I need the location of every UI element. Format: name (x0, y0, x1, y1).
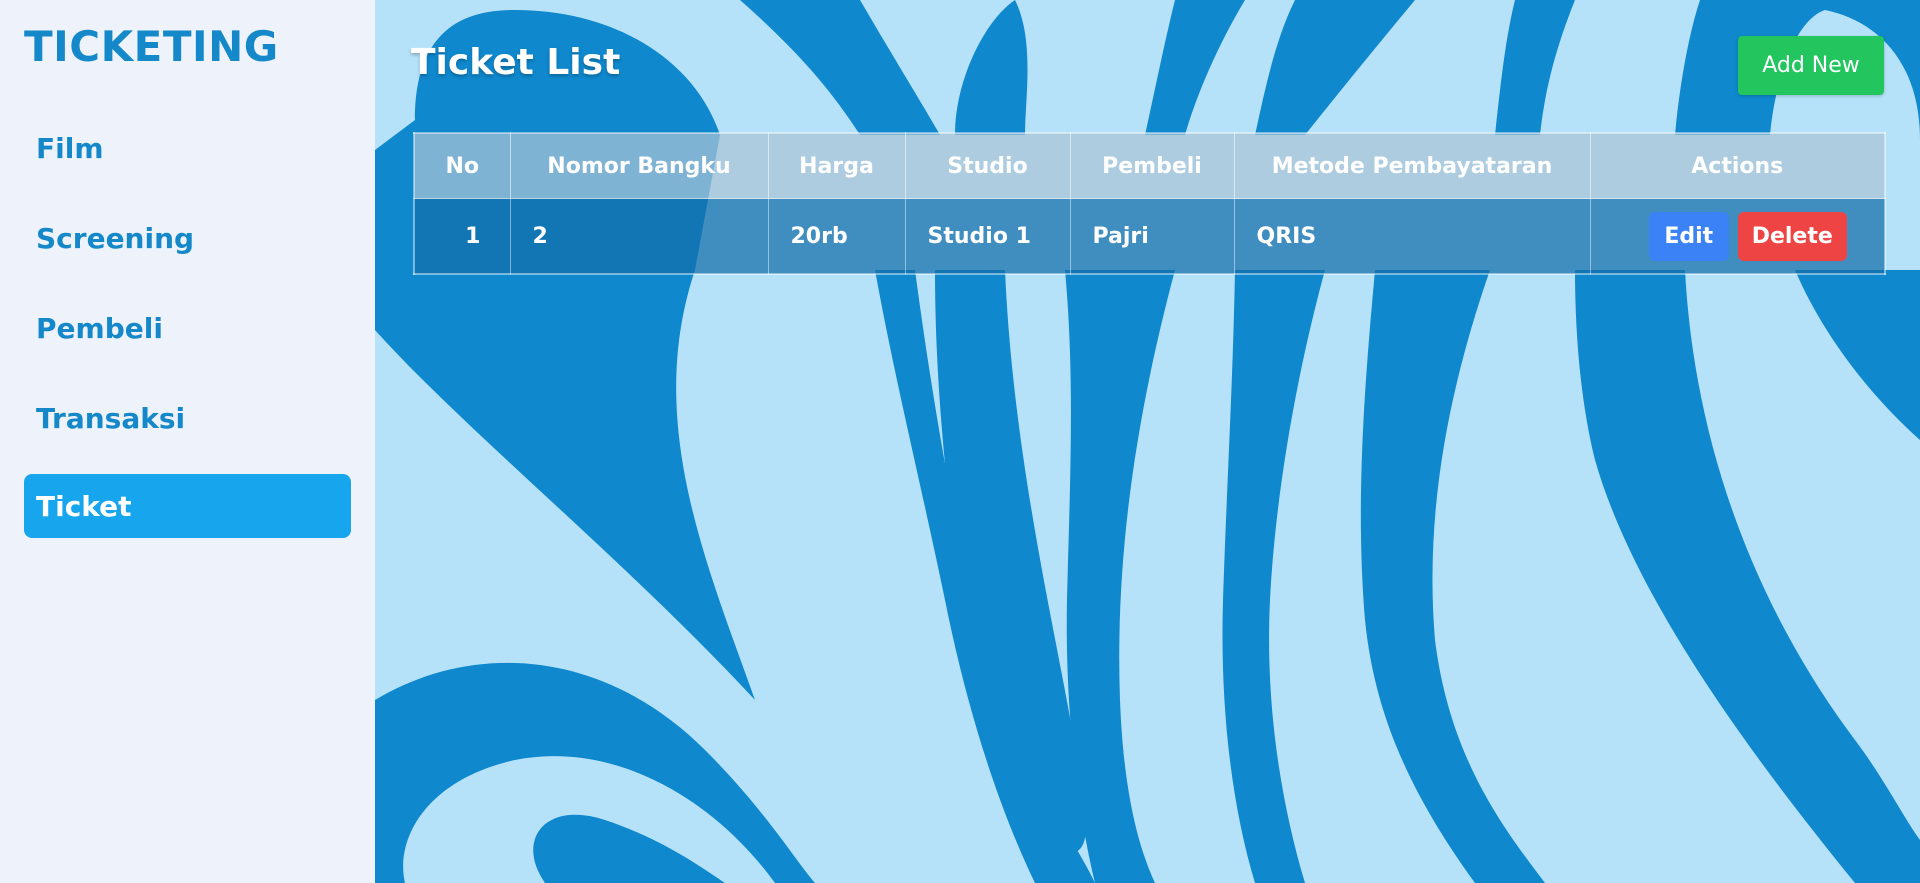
column-header-studio: Studio (905, 133, 1071, 199)
cell-actions: Edit Delete (1590, 198, 1885, 274)
sidebar-item-screening[interactable]: Screening (24, 206, 351, 270)
column-header-nomor-bangku: Nomor Bangku (510, 133, 769, 199)
sidebar-item-transaksi[interactable]: Transaksi (24, 386, 351, 450)
add-new-button[interactable]: Add New (1738, 36, 1884, 95)
main-content: Ticket List Add New No Nomor Bangku Harg… (375, 0, 1920, 883)
cell-studio: Studio 1 (905, 198, 1071, 274)
column-header-metode: Metode Pembayataran (1234, 133, 1591, 199)
sidebar-item-film[interactable]: Film (24, 116, 351, 180)
table-row: 1 2 20rb Studio 1 Pajri QRIS Edit Delete (414, 198, 1885, 274)
cell-no: 1 (414, 198, 511, 274)
delete-button[interactable]: Delete (1737, 211, 1847, 261)
cell-metode: QRIS (1234, 198, 1591, 274)
sidebar-item-ticket[interactable]: Ticket (24, 474, 351, 538)
ticket-table: No Nomor Bangku Harga Studio Pembeli Met… (413, 132, 1886, 275)
table-header-row: No Nomor Bangku Harga Studio Pembeli Met… (414, 133, 1885, 199)
column-header-actions: Actions (1590, 133, 1885, 199)
page-title: Ticket List (411, 42, 621, 83)
brand-logo: TICKETING (24, 22, 279, 71)
cell-pembeli: Pajri (1070, 198, 1235, 274)
column-header-harga: Harga (768, 133, 906, 199)
edit-button[interactable]: Edit (1648, 211, 1729, 261)
column-header-no: No (414, 133, 511, 199)
sidebar-item-pembeli[interactable]: Pembeli (24, 296, 351, 360)
cell-harga: 20rb (768, 198, 906, 274)
cell-nomor-bangku: 2 (510, 198, 769, 274)
sidebar: TICKETING Film Screening Pembeli Transak… (0, 0, 375, 883)
column-header-pembeli: Pembeli (1070, 133, 1235, 199)
